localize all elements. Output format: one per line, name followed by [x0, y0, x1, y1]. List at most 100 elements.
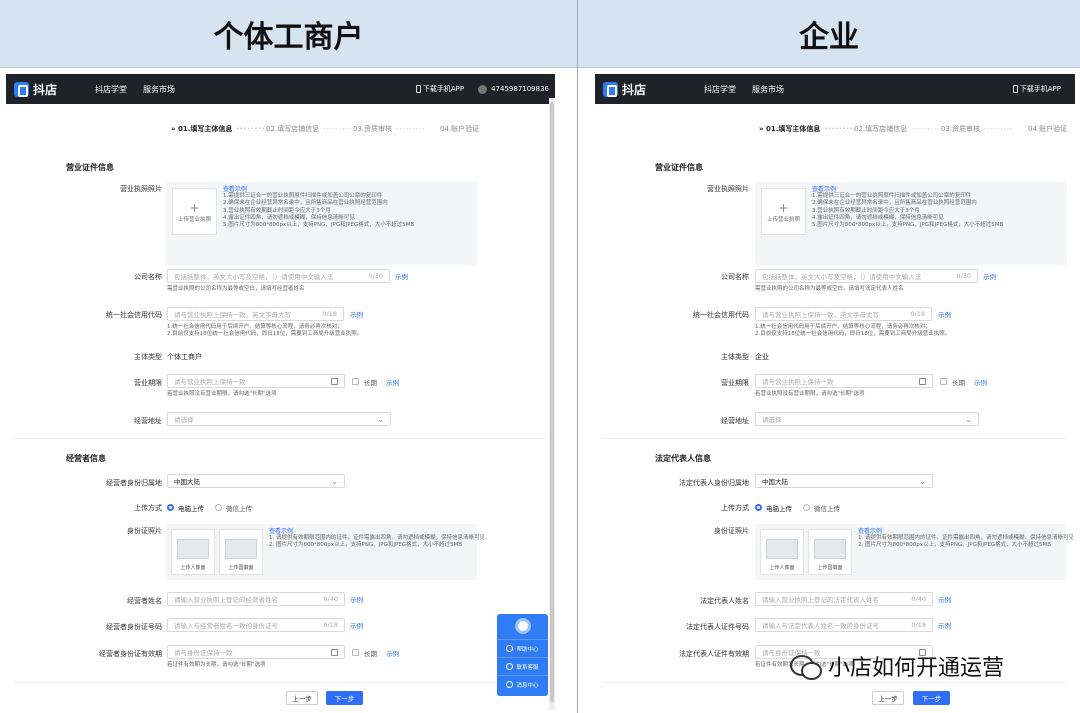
license-photo-label: 营业执照照片	[707, 185, 749, 193]
operator-region-select[interactable]: 中国大陆 ⌄	[167, 474, 345, 488]
example-link[interactable]: 示例	[386, 377, 399, 387]
download-app-text: 下载手机APP	[1019, 85, 1061, 93]
help-center-button[interactable]: 帮助中心	[497, 639, 548, 657]
example-link[interactable]: 示例	[938, 309, 951, 319]
headset-icon	[514, 618, 531, 634]
message-center-button[interactable]: 消息中心	[497, 675, 548, 693]
download-app-link[interactable]: 下载手机APP	[415, 84, 464, 94]
nav-item-academy[interactable]: 抖店学堂	[704, 84, 736, 95]
prev-button[interactable]: 上一步	[872, 691, 904, 705]
scrollbar-thumb[interactable]	[550, 102, 554, 702]
logo-text: 抖店	[622, 82, 647, 97]
company-name-input[interactable]: 包括括整体，英文大小写及空格，（）请使用中文输入法 0/30	[167, 269, 390, 283]
upload-id-back-button[interactable]: 上传国徽面	[808, 529, 852, 575]
account-menu[interactable]: 4745987109836	[478, 84, 549, 94]
char-count: 0/18	[323, 621, 338, 629]
radio-pc-upload[interactable]	[167, 504, 174, 511]
upload-id-back-button[interactable]: 上传国徽面	[219, 529, 263, 575]
radio-pc-upload[interactable]	[755, 504, 762, 511]
region-value: 中国大陆	[174, 478, 200, 486]
legal-rep-id-input[interactable]: 请输入与法定代表人姓名一致的身份证号 0/18	[755, 618, 933, 632]
upload-license-button[interactable]: + 上传营业执照	[172, 188, 217, 235]
radio-wechat-upload[interactable]	[803, 504, 810, 511]
address-select[interactable]: 请选择 ⌄	[755, 412, 979, 426]
example-link[interactable]: 示例	[350, 594, 363, 604]
id-notes: 查看示例 1. 请提供有效期限范围内的证件，证件需露出四角，请勿遮挡或模糊，保持…	[269, 528, 485, 550]
example-link[interactable]: 示例	[386, 648, 399, 658]
char-count: 0/40	[911, 595, 926, 603]
step-2: 02.填写店铺信息 ·········	[854, 124, 940, 134]
prev-button[interactable]: 上一步	[286, 691, 318, 705]
license-notes: 查看示例 1.需提供三证合一的营业执照原件扫描件或加盖公司公章的复印件 2.确保…	[223, 186, 414, 229]
next-button[interactable]: 下一步	[326, 691, 363, 705]
footer-divider	[14, 682, 547, 683]
example-link[interactable]: 示例	[350, 620, 363, 630]
id-back-image	[225, 539, 257, 559]
legal-rep-id-label: 法定代表人证件号码	[686, 623, 749, 631]
step-2-label: 02.填写店铺信息	[854, 125, 908, 133]
credit-hint-line: 2.目前仅支持18位统一社会信用代码，即日18位，需要到工商局升级营业执照。	[167, 331, 363, 337]
operator-name-input[interactable]: 请输入营业执照上登记的经营者姓名 0/40	[167, 592, 345, 606]
app-logo[interactable]: 抖店	[14, 81, 57, 98]
chevron-down-icon: ⌄	[377, 414, 384, 424]
footer-divider	[603, 682, 1067, 683]
example-link[interactable]: 示例	[974, 377, 987, 387]
legal-rep-name-input[interactable]: 请输入营业执照上登记的法定代表人姓名 0/40	[755, 592, 933, 606]
operator-id-input[interactable]: 请输入与经营者姓名一致的身份证号 0/18	[167, 618, 345, 632]
example-link[interactable]: 示例	[350, 309, 363, 319]
app-logo[interactable]: 抖店	[603, 81, 646, 98]
id-upload-area: 上传人像面 上传国徽面 查看示例 1. 请提供有效期限范围内的证件，证件需露出四…	[755, 524, 1074, 580]
business-term-placeholder: 请与营业执照上保持一致	[762, 378, 834, 386]
operator-name-label: 经营者姓名	[127, 597, 162, 605]
calendar-icon	[331, 377, 338, 385]
business-term-label: 营业期限	[134, 379, 162, 387]
step-1: » 01.填写主体信息 ·········	[759, 124, 857, 134]
nav-item-market[interactable]: 服务市场	[752, 84, 784, 95]
example-link[interactable]: 示例	[938, 594, 951, 604]
legal-rep-region-select[interactable]: 中国大陆 ⌄	[755, 474, 933, 488]
long-term-checkbox[interactable]	[352, 649, 359, 656]
example-link[interactable]: 示例	[938, 620, 951, 630]
step-1: » 01.填写主体信息 ·········	[171, 124, 269, 134]
upload-method-label: 上传方式	[721, 504, 749, 512]
contact-support-button[interactable]: 联系客服	[497, 657, 548, 675]
phone-icon	[415, 85, 421, 93]
id-validity-input[interactable]: 请与身份证保持一致	[167, 645, 345, 659]
upload-id-front-button[interactable]: 上传人像面	[760, 529, 804, 575]
char-count: 0/18	[322, 310, 337, 318]
business-term-input[interactable]: 请与营业执照上保持一致	[167, 374, 345, 388]
operator-region-label: 经营者身份归属地	[106, 479, 162, 487]
panel-enterprise: 抖店 抖店学堂 服务市场 下载手机APP » 01.填写主体信息 ········…	[595, 74, 1075, 713]
address-select[interactable]: 请选择 ⌄	[167, 412, 391, 426]
credit-hint-line: 1.统一社会信用代码用于后续开户、结算等核心流程，请务必再次核对；	[167, 324, 343, 330]
section-license: 营业证件信息	[66, 163, 114, 172]
example-link[interactable]: 示例	[395, 271, 408, 281]
company-name-placeholder: 包括括整体，英文大小写及空格，（）请使用中文输入法	[174, 273, 334, 281]
scrollbar[interactable]	[549, 98, 555, 710]
upload-license-button[interactable]: + 上传营业执照	[761, 188, 806, 235]
top-nav: 抖店学堂 服务市场	[704, 84, 784, 95]
term-hint: 若营业执照没有营业期限，请勾选"长期"选项	[755, 391, 865, 397]
credit-code-input[interactable]: 请与营业执照上保持一致，英文字母大写 0/18	[755, 307, 932, 321]
credit-code-input[interactable]: 请与营业执照上保持一致，英文字母大写 0/18	[167, 307, 344, 321]
wechat-icon	[790, 653, 822, 680]
id-validity-placeholder: 请与身份证保持一致	[174, 649, 233, 657]
next-button[interactable]: 下一步	[913, 691, 950, 705]
id-back-text: 上传国徽面	[817, 565, 843, 571]
credit-hint-line: 1.统一社会信用代码用于后续开户、结算等核心流程，请务必再次核对；	[755, 324, 931, 330]
nav-item-academy[interactable]: 抖店学堂	[95, 84, 127, 95]
license-note: 2.确保未在企业经营异常名录中，且所售商品在营业执照经营范围内	[812, 200, 977, 207]
long-term-checkbox[interactable]	[940, 378, 947, 385]
credit-code-placeholder: 请与营业执照上保持一致，英文字母大写	[174, 311, 291, 319]
company-name-input[interactable]: 包括括整体，英文大小写及空格，（）请使用中文输入法 0/30	[755, 269, 978, 283]
char-count: 0/18	[910, 310, 925, 318]
upload-id-front-button[interactable]: 上传人像面	[171, 529, 215, 575]
nav-item-market[interactable]: 服务市场	[143, 84, 175, 95]
step-dots: ·········	[323, 125, 353, 133]
long-term-checkbox[interactable]	[352, 378, 359, 385]
example-link[interactable]: 示例	[983, 271, 996, 281]
step-4: 04.账户验证	[1028, 124, 1067, 134]
radio-wechat-upload[interactable]	[215, 504, 222, 511]
download-app-link[interactable]: 下载手机APP	[1012, 84, 1061, 94]
business-term-input[interactable]: 请与营业执照上保持一致	[755, 374, 933, 388]
